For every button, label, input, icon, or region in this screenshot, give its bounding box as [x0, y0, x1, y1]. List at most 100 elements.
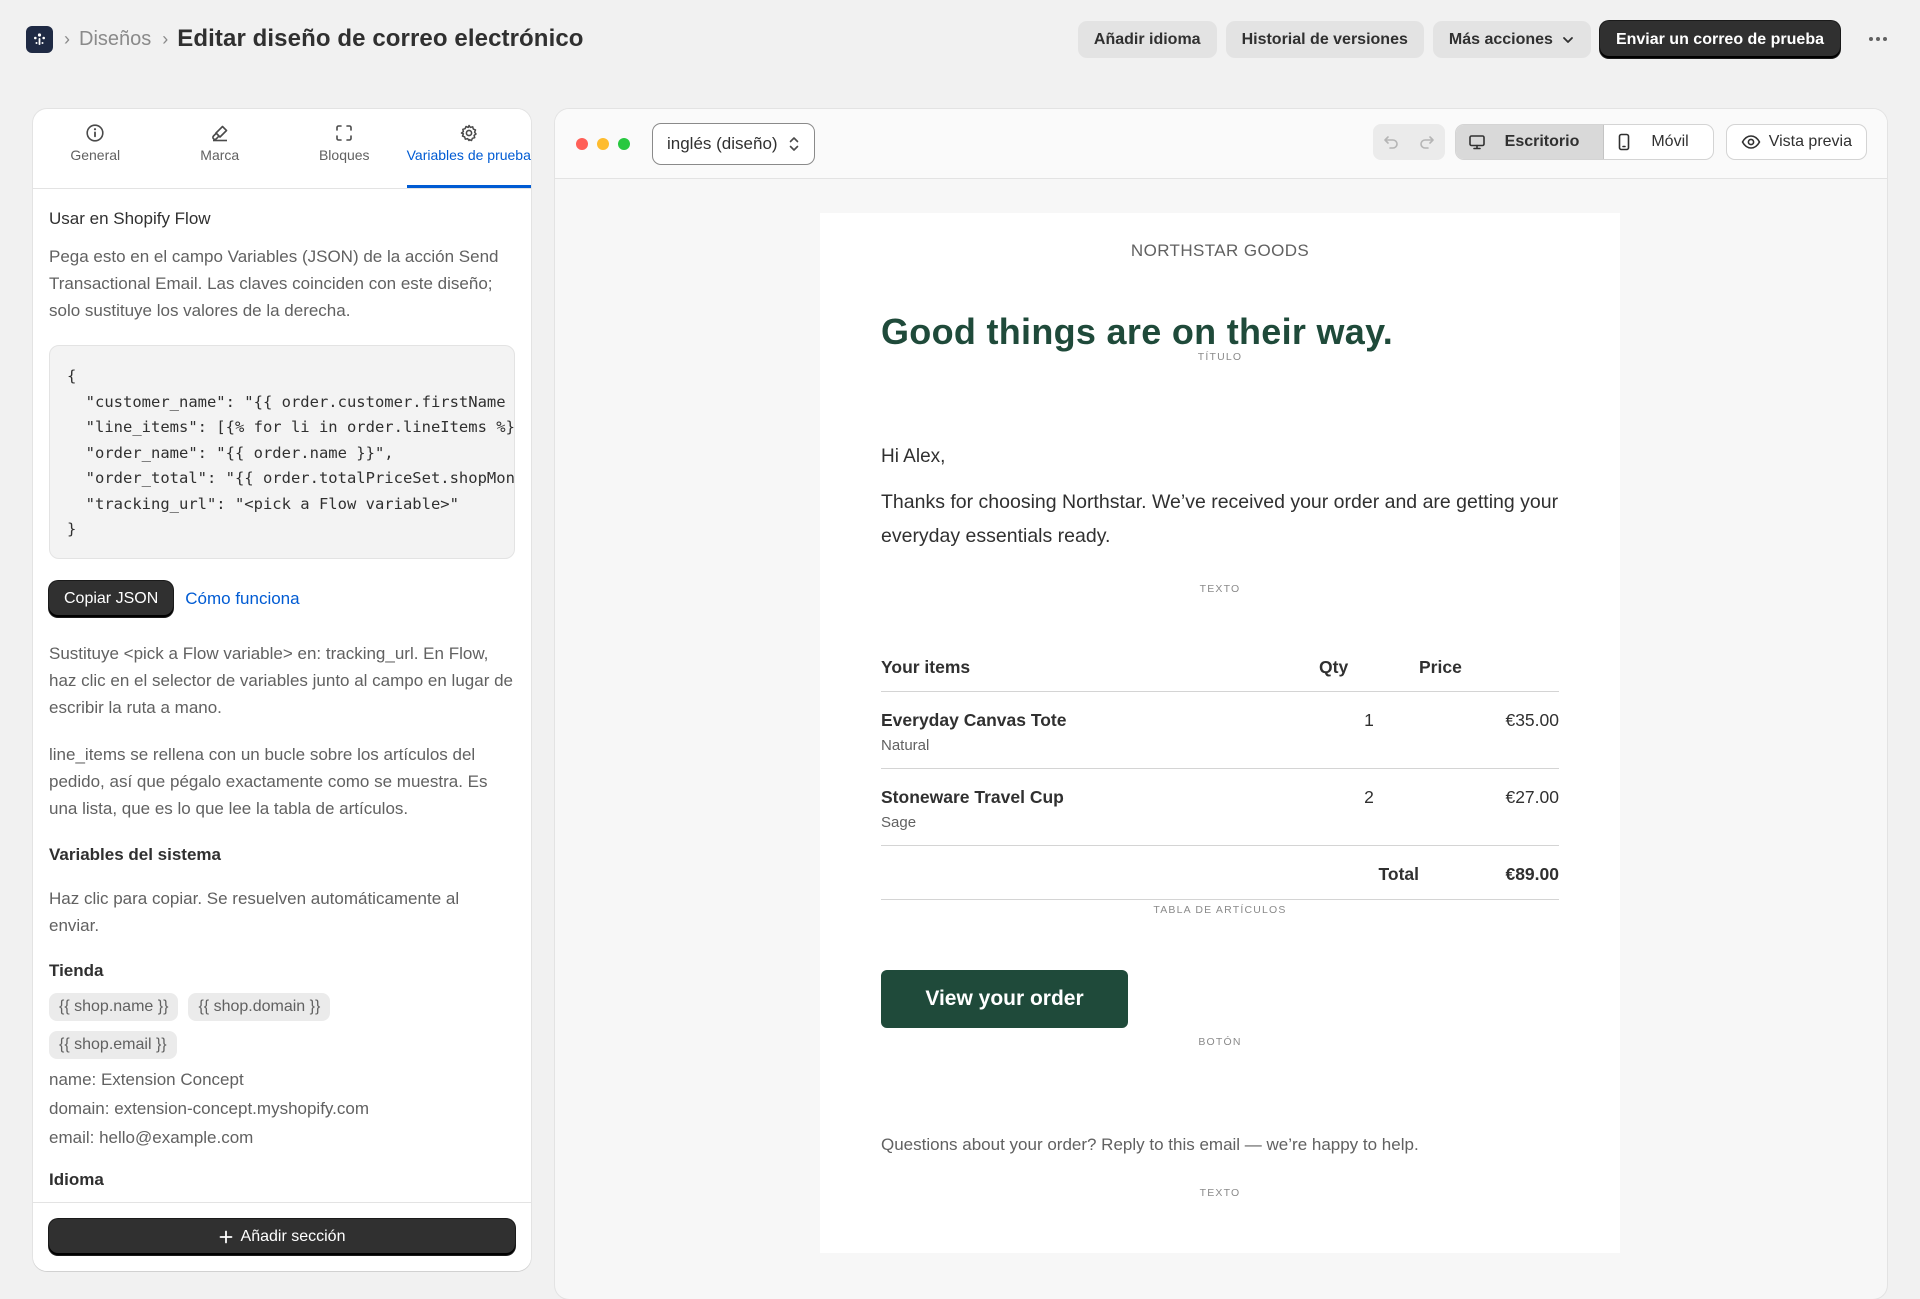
- tab-blocks[interactable]: Bloques: [282, 109, 407, 188]
- tab-label: Variables de prueba: [406, 147, 531, 163]
- total-label: Total: [1319, 845, 1419, 900]
- close-dot-icon: [576, 137, 588, 150]
- top-bar: › Diseños › Editar diseño de correo elec…: [0, 0, 1920, 78]
- top-actions: Añadir idioma Historial de versiones Más…: [1077, 21, 1840, 58]
- mobile-view-button[interactable]: Móvil: [1604, 125, 1712, 159]
- window-controls: [576, 137, 630, 150]
- how-it-works-link[interactable]: Cómo funciona: [185, 589, 299, 609]
- undo-redo-group: [1372, 124, 1445, 160]
- preview-label: Vista previa: [1768, 133, 1852, 150]
- block-label-button: BOTÓN: [1198, 1036, 1242, 1048]
- settings-panel: General Marca Bloques Variables de prueb…: [33, 109, 531, 1271]
- store-section-title: Tienda: [49, 961, 104, 980]
- item-variant: Sage: [881, 814, 917, 831]
- redo-icon[interactable]: [1409, 124, 1445, 160]
- flow-description: Pega esto en el campo Variables (JSON) d…: [49, 247, 499, 320]
- desktop-view-label: Escritorio: [1504, 133, 1580, 150]
- code-actions: Copiar JSON Cómo funciona: [49, 581, 515, 617]
- language-select[interactable]: inglés (diseño): [652, 122, 815, 165]
- table-row: Everyday Canvas Tote Natural 1 €35.00: [881, 691, 1559, 769]
- item-variant: Natural: [881, 737, 930, 754]
- total-value: €89.00: [1419, 845, 1559, 900]
- add-section-label: Añadir sección: [240, 1228, 346, 1245]
- block-label-text: TEXTO: [1199, 1187, 1241, 1199]
- email-greeting[interactable]: Hi Alex,: [881, 446, 1559, 468]
- email-footer-text[interactable]: Questions about your order? Reply to thi…: [881, 1135, 1559, 1155]
- add-section-button[interactable]: Añadir sección: [49, 1219, 515, 1255]
- variable-chip[interactable]: {{ shop.domain }}: [188, 993, 331, 1021]
- store-name-value: name: Extension Concept: [49, 1070, 244, 1089]
- chevron-right-icon: ›: [162, 28, 169, 49]
- chevron-right-icon: ›: [64, 28, 70, 49]
- json-code-block[interactable]: { "customer_name": "{{ order.customer.fi…: [49, 345, 515, 559]
- minimize-dot-icon: [597, 137, 609, 150]
- add-language-button[interactable]: Añadir idioma: [1077, 21, 1217, 58]
- system-variables-title: Variables del sistema: [49, 845, 221, 864]
- select-arrows-icon: [789, 136, 798, 151]
- copy-json-button[interactable]: Copiar JSON: [49, 581, 174, 617]
- more-options-icon[interactable]: [1866, 27, 1890, 51]
- panel-tabs: General Marca Bloques Variables de prueb…: [33, 109, 531, 189]
- items-table-header: Your items Qty Price: [881, 657, 1559, 692]
- item-price: €27.00: [1419, 768, 1559, 846]
- table-row: Stoneware Travel Cup Sage 2 €27.00: [881, 768, 1559, 846]
- mobile-view-label: Móvil: [1651, 133, 1689, 150]
- store-values: name: Extension Concept domain: extensio…: [49, 1065, 515, 1152]
- eye-icon: [1741, 135, 1760, 149]
- maximize-dot-icon: [618, 137, 630, 150]
- breadcrumb-parent[interactable]: Diseños: [79, 28, 151, 51]
- version-history-button[interactable]: Historial de versiones: [1225, 21, 1424, 58]
- device-toggle: Escritorio Móvil: [1454, 124, 1714, 160]
- info-icon: [85, 122, 105, 144]
- email-body[interactable]: Thanks for choosing Northstar. We’ve rec…: [881, 485, 1559, 553]
- preview-button[interactable]: Vista previa: [1725, 124, 1867, 160]
- block-label-table: TABLA DE ARTÍCULOS: [1153, 904, 1287, 916]
- items-col-header: Your items: [881, 657, 1319, 692]
- undo-icon[interactable]: [1373, 124, 1409, 160]
- blocks-icon: [334, 122, 354, 144]
- plus-icon: [219, 1230, 232, 1244]
- mobile-icon: [1619, 133, 1630, 151]
- canvas-toolbar: inglés (diseño) Escritorio Móvil Vista p…: [555, 109, 1887, 179]
- variable-chip[interactable]: {{ shop.name }}: [49, 993, 179, 1021]
- store-domain-value: domain: extension-concept.myshopify.com: [49, 1099, 370, 1118]
- email-preview-canvas: inglés (diseño) Escritorio Móvil Vista p…: [555, 109, 1887, 1299]
- tab-test-variables[interactable]: Variables de prueba: [406, 109, 531, 188]
- total-row: Total €89.00: [881, 845, 1559, 900]
- more-actions-label: Más acciones: [1448, 30, 1553, 48]
- tab-general[interactable]: General: [33, 109, 158, 188]
- tab-label: General: [70, 147, 121, 163]
- line-items-note: line_items se rellena con un bucle sobre…: [49, 745, 488, 818]
- replace-note: Sustituye <pick a Flow variable> en: tra…: [49, 644, 513, 717]
- variable-chip[interactable]: {{ shop.email }}: [49, 1031, 177, 1059]
- tab-brand[interactable]: Marca: [158, 109, 283, 188]
- page-title: Editar diseño de correo electrónico: [177, 25, 584, 52]
- flow-section-title: Usar en Shopify Flow: [49, 209, 211, 228]
- send-test-email-button[interactable]: Enviar un correo de prueba: [1599, 21, 1840, 58]
- store-email-value: email: hello@example.com: [49, 1128, 254, 1147]
- qty-col-header: Qty: [1319, 657, 1419, 692]
- tab-label: Marca: [200, 147, 240, 163]
- app-logo-icon[interactable]: [26, 25, 53, 53]
- chevron-down-icon: [1563, 36, 1573, 43]
- system-variables-description: Haz clic para copiar. Se resuelven autom…: [49, 889, 460, 935]
- item-qty: 1: [1319, 691, 1419, 769]
- gear-icon: [459, 122, 479, 144]
- more-actions-button[interactable]: Más acciones: [1432, 21, 1591, 58]
- item-name: Stoneware Travel Cup: [881, 787, 1064, 807]
- view-order-button[interactable]: View your order: [881, 970, 1128, 1028]
- brush-icon: [210, 122, 230, 144]
- item-name: Everyday Canvas Tote: [881, 710, 1067, 730]
- json-code: { "customer_name": "{{ order.customer.fi…: [67, 367, 515, 538]
- language-select-value: inglés (diseño): [667, 133, 778, 153]
- panel-footer: Añadir sección: [33, 1202, 531, 1271]
- items-table[interactable]: Your items Qty Price Everyday Canvas Tot…: [881, 657, 1559, 900]
- block-label-text: TEXTO: [1199, 583, 1241, 595]
- desktop-view-button[interactable]: Escritorio: [1455, 125, 1605, 159]
- email-headline[interactable]: Good things are on their way.: [881, 311, 1559, 353]
- item-qty: 2: [1319, 768, 1419, 846]
- email-brand[interactable]: NORTHSTAR GOODS: [820, 213, 1620, 261]
- store-variable-chips: {{ shop.name }} {{ shop.domain }} {{ sho…: [49, 993, 389, 1059]
- canvas-tools: Escritorio Móvil Vista previa: [1372, 124, 1867, 160]
- email-document: NORTHSTAR GOODS Good things are on their…: [820, 213, 1620, 1253]
